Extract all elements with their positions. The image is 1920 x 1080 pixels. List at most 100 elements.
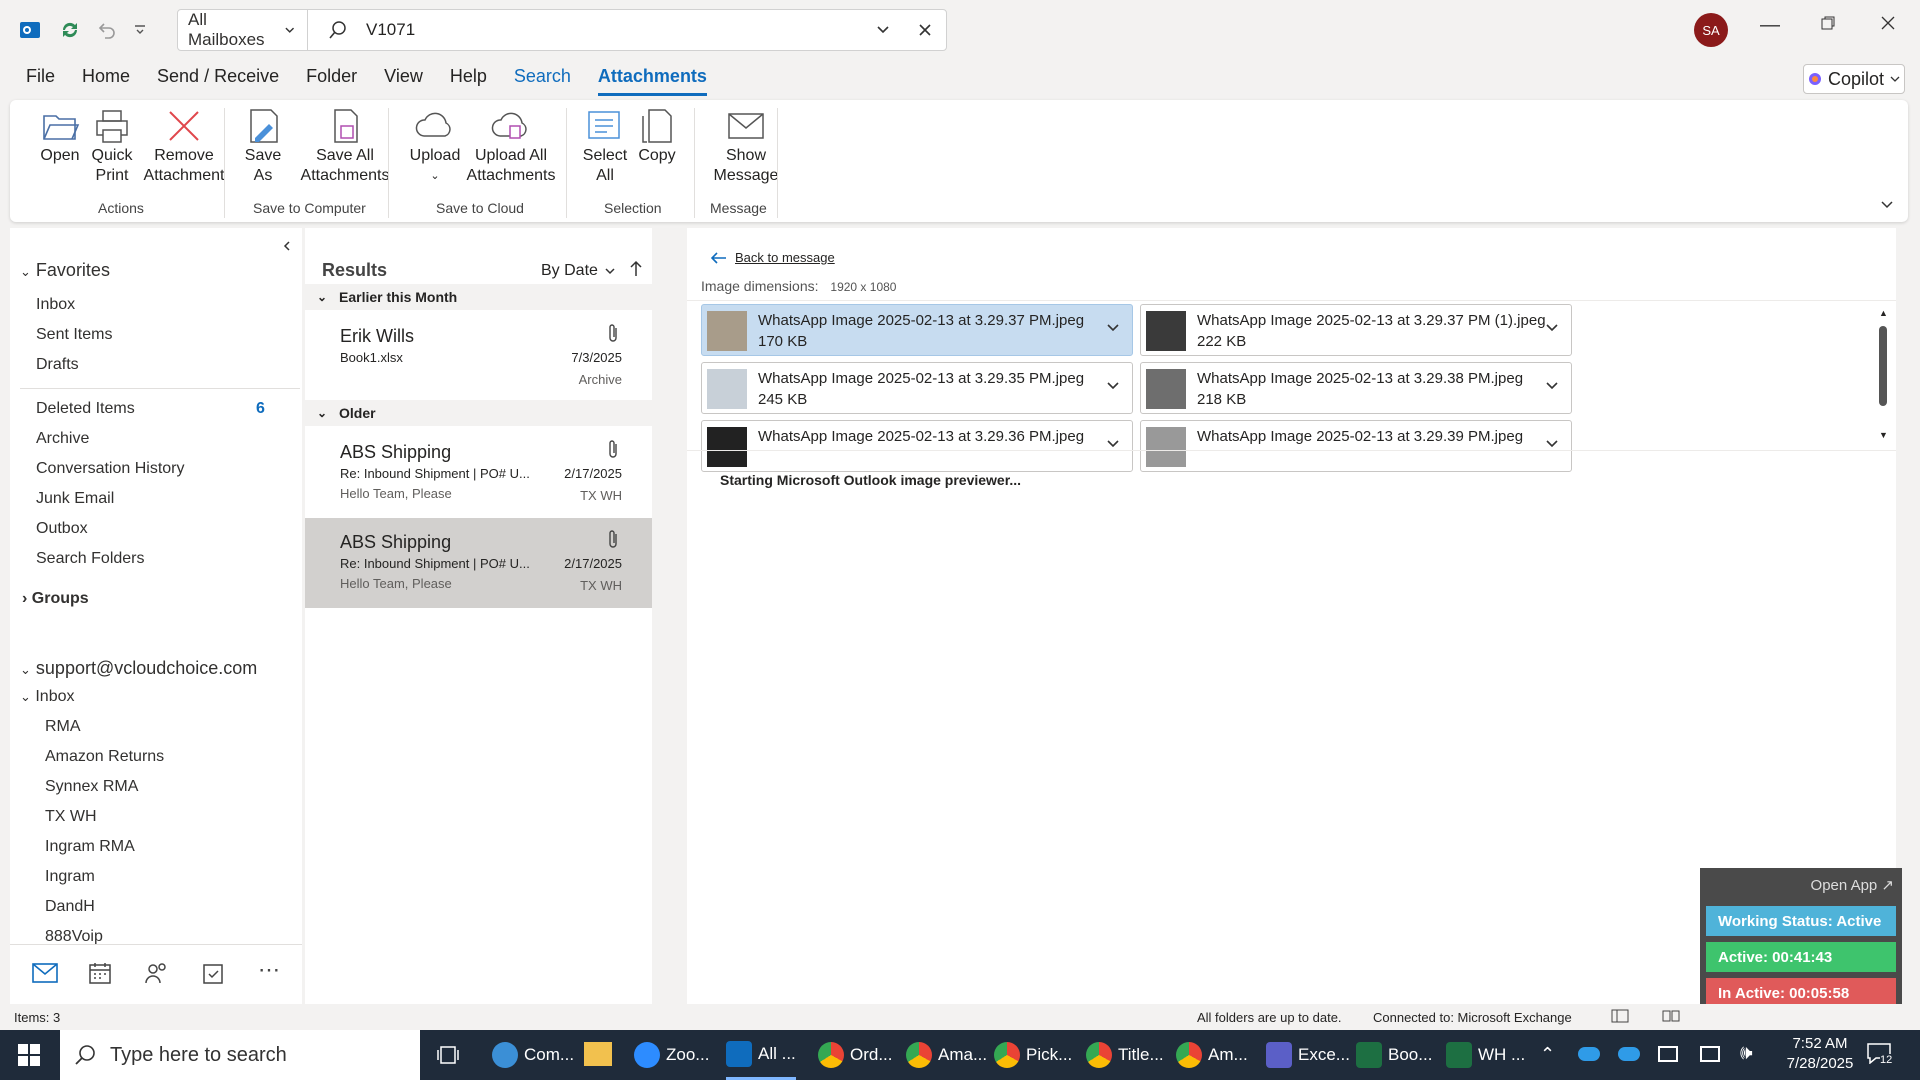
restore-icon[interactable] (1820, 14, 1836, 37)
chevron-down-icon[interactable] (1545, 321, 1559, 335)
chevron-down-icon[interactable] (1106, 321, 1120, 335)
attachment-item[interactable]: WhatsApp Image 2025-02-13 at 3.29.38 PM.… (1140, 362, 1572, 414)
attachment-scrollbar[interactable]: ▲ ▼ (1877, 308, 1889, 442)
attachment-item[interactable]: WhatsApp Image 2025-02-13 at 3.29.37 PM … (1140, 304, 1572, 356)
subfolder-tx-wh[interactable]: TX WH (45, 808, 97, 826)
chevron-down-icon[interactable] (1106, 379, 1120, 393)
reading-view-icon[interactable] (1662, 1009, 1680, 1026)
mail-icon[interactable] (32, 963, 58, 988)
subfolder-rma[interactable]: RMA (45, 718, 81, 736)
list-item[interactable]: ABS Shipping Re: Inbound Shipment | PO# … (305, 428, 652, 518)
groups-header[interactable]: › Groups (22, 590, 89, 608)
attachment-item[interactable]: WhatsApp Image 2025-02-13 at 3.29.36 PM.… (701, 420, 1133, 472)
clear-search-icon[interactable] (918, 23, 932, 37)
folder-search-folders[interactable]: Search Folders (36, 550, 145, 568)
tab-folder[interactable]: Folder (306, 66, 357, 96)
sort-direction-arrow-icon[interactable] (629, 260, 643, 283)
more-apps-icon[interactable]: ⋯ (258, 957, 280, 983)
folder-archive[interactable]: Archive (36, 430, 89, 448)
subfolder-ingram[interactable]: Ingram (45, 868, 95, 886)
search-query[interactable]: V1071 (366, 20, 415, 40)
taskbar-search[interactable]: Type here to search (60, 1030, 420, 1080)
tab-attachments[interactable]: Attachments (597, 66, 707, 96)
subfolder-amazon-returns[interactable]: Amazon Returns (45, 748, 164, 766)
scrollbar-thumb[interactable] (1879, 326, 1887, 406)
open-app-link[interactable]: Open App ↗ (1811, 876, 1894, 894)
group-header-older[interactable]: ⌄ Older (305, 400, 652, 426)
account-inbox[interactable]: ⌄ Inbox (20, 688, 75, 706)
taskbar-app[interactable]: Ord... (818, 1030, 893, 1080)
folder-inbox[interactable]: Inbox (36, 296, 75, 314)
attachment-item[interactable]: WhatsApp Image 2025-02-13 at 3.29.39 PM.… (1140, 420, 1572, 472)
remove-attachment-button[interactable]: Remove Attachment (134, 108, 234, 186)
avatar[interactable]: SA (1694, 13, 1728, 47)
tasks-icon[interactable] (202, 961, 224, 990)
tab-search[interactable]: Search (514, 66, 571, 96)
clock[interactable]: 7:52 AM 7/28/2025 (1775, 1034, 1865, 1074)
taskbar-app[interactable]: Exce... (1266, 1030, 1350, 1080)
folder-conversation-history[interactable]: Conversation History (36, 460, 185, 478)
search-options-chevron-icon[interactable] (876, 23, 890, 37)
normal-view-icon[interactable] (1611, 1009, 1629, 1026)
tab-send-receive[interactable]: Send / Receive (157, 66, 279, 96)
select-all-button[interactable]: Select All (578, 108, 632, 186)
tray-overflow-chevron-icon[interactable]: ⌃ (1540, 1044, 1555, 1065)
search-scope-dropdown[interactable]: All Mailboxes (178, 10, 308, 50)
windows-start-icon[interactable] (18, 1044, 40, 1071)
upload-all-attachments-button[interactable]: Upload All Attachments (456, 108, 566, 186)
chevron-down-icon[interactable] (1545, 437, 1559, 451)
account-header[interactable]: ⌄ support@vcloudchoice.com (20, 658, 257, 679)
taskbar-app[interactable]: Ama... (906, 1030, 987, 1080)
attachment-item[interactable]: WhatsApp Image 2025-02-13 at 3.29.37 PM.… (701, 304, 1133, 356)
subfolder-dandh[interactable]: DandH (45, 898, 95, 916)
close-icon[interactable] (1880, 14, 1896, 37)
collapse-pane-icon[interactable] (282, 238, 292, 256)
minimize-icon[interactable]: — (1760, 14, 1780, 37)
taskbar-app[interactable]: WH ... (1446, 1030, 1525, 1080)
show-message-button[interactable]: Show Message (704, 108, 788, 186)
taskbar-app[interactable]: Pick... (994, 1030, 1072, 1080)
attachment-item[interactable]: WhatsApp Image 2025-02-13 at 3.29.35 PM.… (701, 362, 1133, 414)
search-box[interactable]: All Mailboxes V1071 (177, 9, 947, 51)
task-view-icon[interactable] (437, 1044, 459, 1071)
chevron-down-icon[interactable] (1106, 437, 1120, 451)
taskbar-app[interactable]: Zoo... (634, 1030, 709, 1080)
scroll-up-arrow-icon[interactable]: ▲ (1879, 308, 1888, 318)
group-header-earlier-this-month[interactable]: ⌄ Earlier this Month (305, 284, 652, 310)
taskbar-app[interactable]: Title... (1086, 1030, 1164, 1080)
network-icon[interactable] (1700, 1046, 1720, 1062)
onedrive-icon[interactable] (1618, 1047, 1640, 1061)
save-as-button[interactable]: Save As (236, 108, 290, 186)
subfolder-ingram-rma[interactable]: Ingram RMA (45, 838, 135, 856)
scroll-down-arrow-icon[interactable]: ▼ (1879, 430, 1888, 440)
onedrive-icon[interactable] (1578, 1047, 1600, 1061)
tab-help[interactable]: Help (450, 66, 487, 96)
sync-icon[interactable] (54, 14, 86, 46)
file-explorer-icon[interactable] (584, 1042, 612, 1066)
battery-icon[interactable] (1658, 1046, 1678, 1062)
calendar-icon[interactable] (88, 961, 112, 990)
subfolder-synnex-rma[interactable]: Synnex RMA (45, 778, 138, 796)
favorites-header[interactable]: ⌄ Favorites (20, 260, 110, 281)
tab-home[interactable]: Home (82, 66, 130, 96)
copilot-button[interactable]: Copilot (1803, 64, 1905, 94)
folder-deleted-items[interactable]: Deleted Items (36, 400, 135, 418)
taskbar-app[interactable]: Boo... (1356, 1030, 1432, 1080)
taskbar-app[interactable]: Am... (1176, 1030, 1248, 1080)
save-all-attachments-button[interactable]: Save All Attachments (290, 108, 400, 186)
people-icon[interactable] (144, 961, 170, 990)
sort-dropdown[interactable]: By Date (541, 262, 616, 280)
folder-drafts[interactable]: Drafts (36, 356, 79, 374)
taskbar-app[interactable]: All ... (726, 1030, 796, 1080)
list-item-selected[interactable]: ABS Shipping Re: Inbound Shipment | PO# … (305, 518, 652, 608)
folder-junk-email[interactable]: Junk Email (36, 490, 114, 508)
folder-outbox[interactable]: Outbox (36, 520, 88, 538)
volume-icon[interactable]: 🕪 (1740, 1042, 1753, 1065)
ribbon-collapse-chevron-icon[interactable] (1880, 198, 1894, 217)
tab-file[interactable]: File (26, 66, 55, 96)
customize-qat-icon[interactable] (124, 14, 156, 46)
undo-icon[interactable] (90, 14, 122, 46)
chevron-down-icon[interactable] (1545, 379, 1559, 393)
back-to-message-link[interactable]: Back to message (711, 250, 835, 265)
taskbar-app[interactable]: Com... (492, 1030, 574, 1080)
